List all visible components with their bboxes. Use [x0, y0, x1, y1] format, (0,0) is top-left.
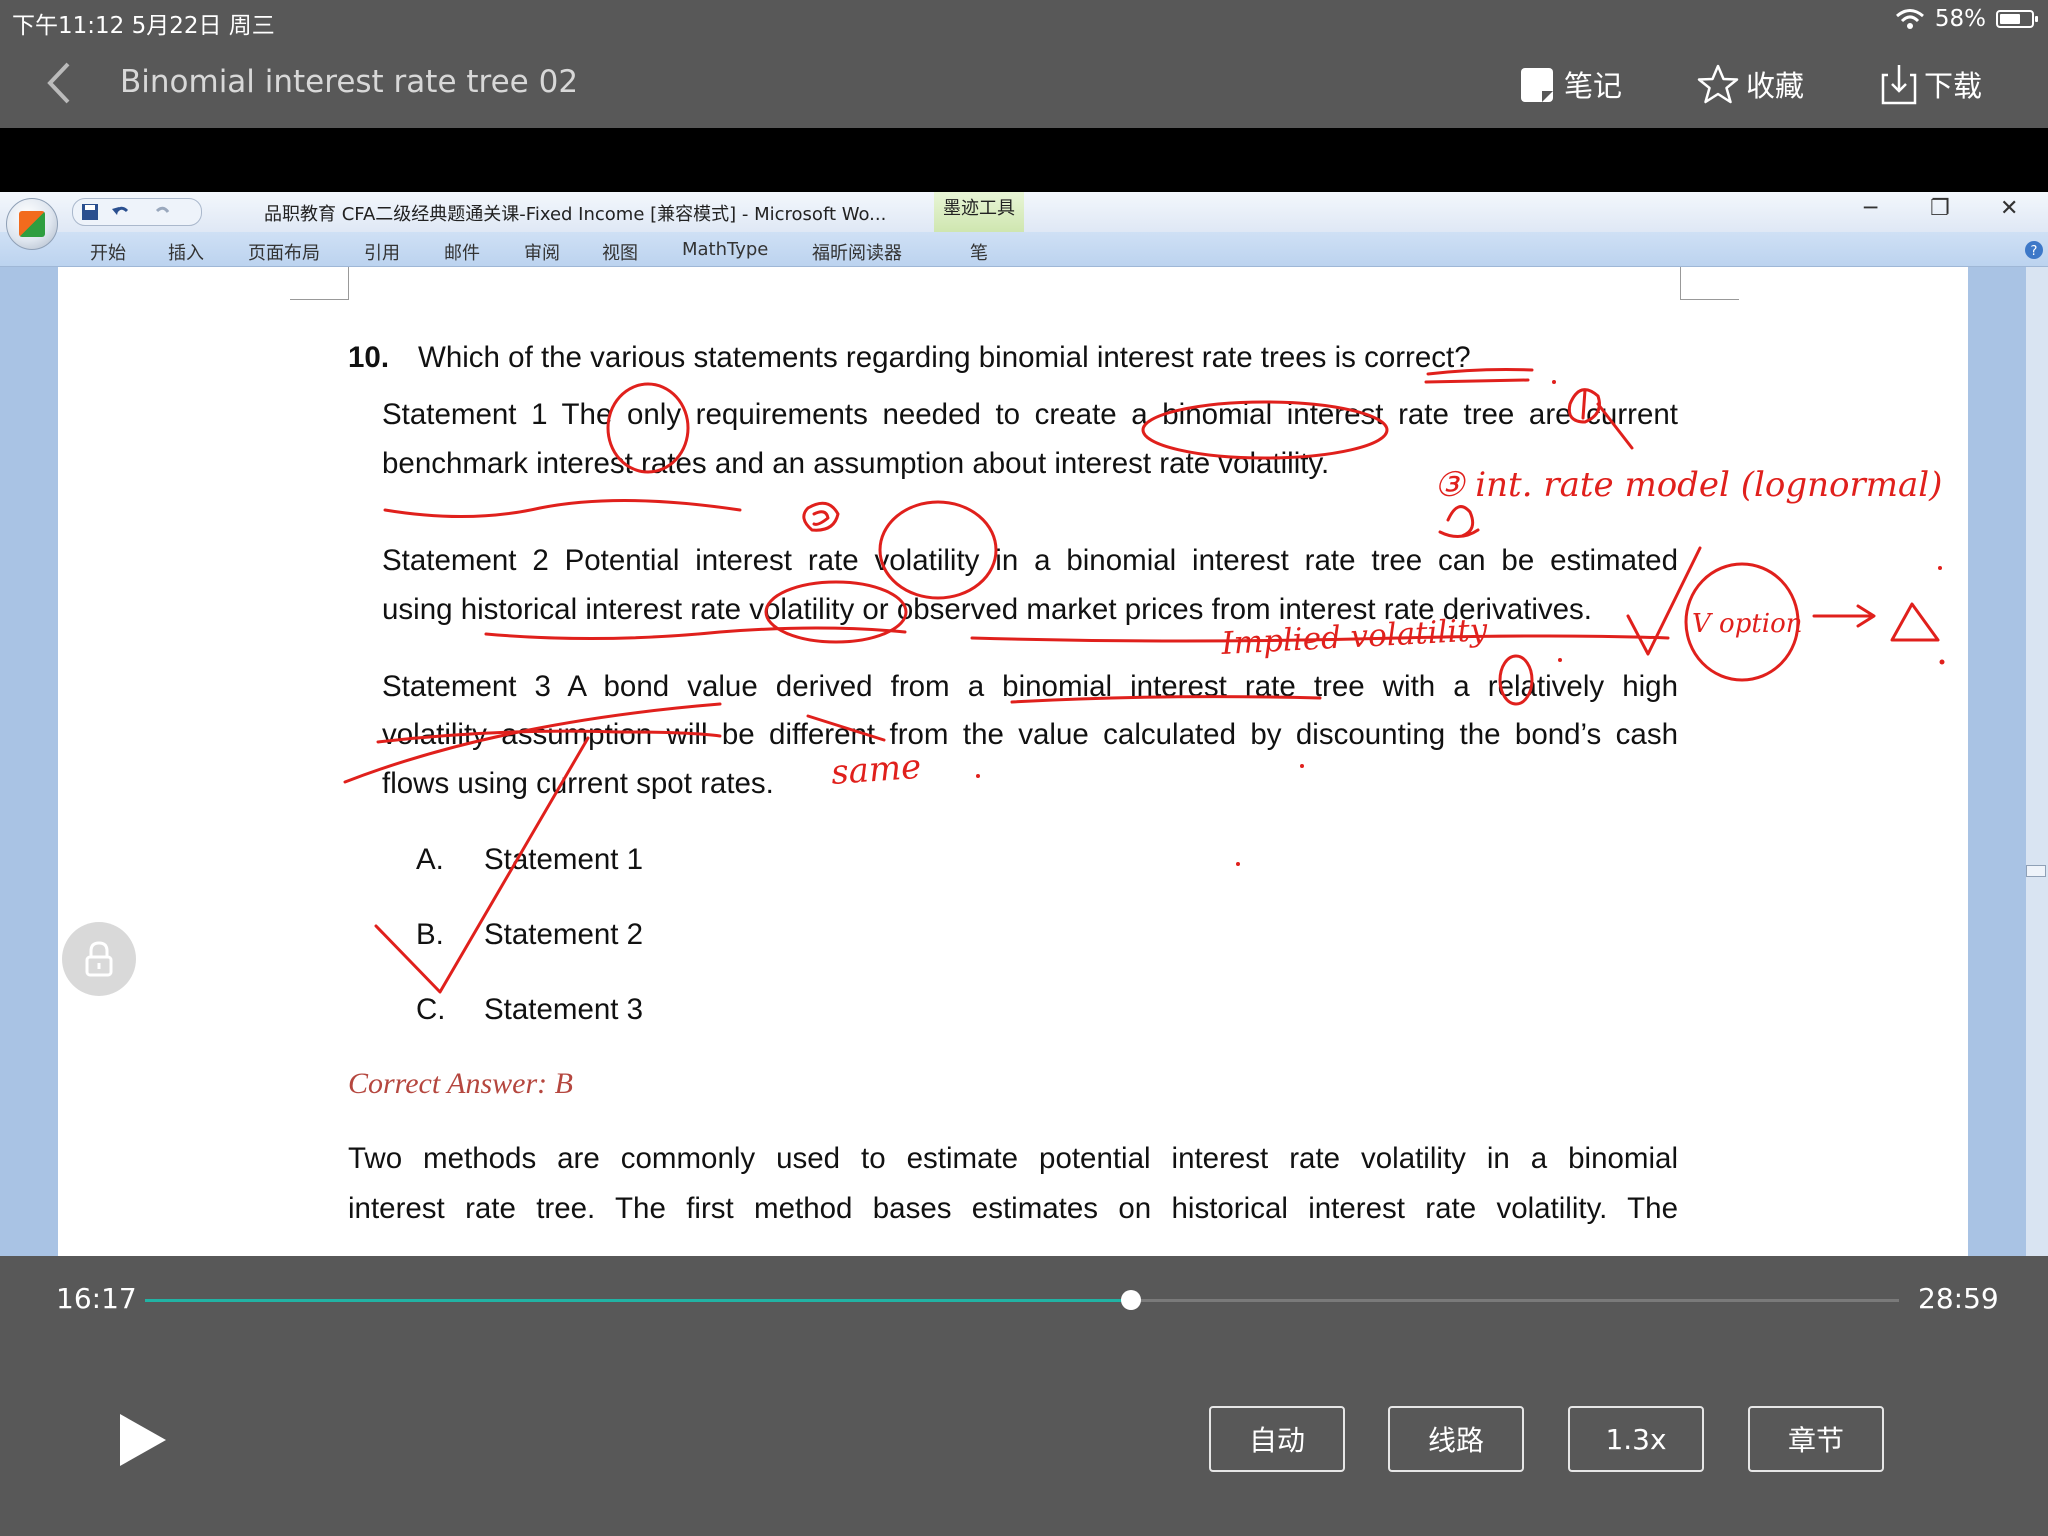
total-time: 28:59 — [1918, 1282, 1999, 1315]
strike-different — [806, 714, 886, 742]
notes-button[interactable]: 笔记 — [1518, 60, 1622, 108]
speed-button[interactable]: 1.3x — [1568, 1406, 1704, 1472]
video-letterbox — [0, 128, 2048, 192]
lock-icon — [85, 941, 113, 977]
battery-icon — [1996, 10, 2038, 28]
video-frame[interactable]: 品职教育 CFA二级经典题通关课-Fixed Income [兼容模式] - M… — [0, 192, 2048, 1256]
progress-thumb[interactable] — [1120, 1290, 1141, 1310]
notes-icon — [1521, 68, 1553, 102]
page-title: Binomial interest rate tree 02 — [120, 64, 579, 100]
favorite-button[interactable]: 收藏 — [1696, 60, 1804, 108]
underline-binomial-tree — [1010, 695, 1322, 704]
screen-lock-button[interactable] — [62, 922, 136, 996]
progress-played — [145, 1299, 1131, 1302]
circle-only — [606, 382, 690, 474]
strike-line-long — [343, 702, 722, 784]
ink-note-v-option: V option — [1692, 609, 1803, 639]
wifi-icon — [1895, 9, 1924, 29]
circle-binomial-tree — [1141, 400, 1389, 460]
download-icon — [1881, 65, 1917, 105]
circled-1 — [1567, 388, 1601, 424]
underline-benchmark — [383, 498, 742, 519]
office-logo-icon — [19, 211, 45, 237]
ink-note-same: same — [830, 747, 923, 793]
ink-note-rate-model: ③ int. rate model (lognormal) — [1434, 465, 1942, 505]
status-right: 58% — [1895, 6, 2038, 32]
status-time-date: 下午11:12 5月22日 周三 — [12, 13, 275, 39]
progress-track[interactable] — [145, 1290, 1899, 1310]
star-icon — [1697, 64, 1739, 104]
battery-percent: 58% — [1934, 6, 1986, 32]
download-label: 下载 — [1924, 69, 1983, 103]
strike-volatility-assumption — [376, 729, 722, 744]
auto-quality-button[interactable]: 自动 — [1209, 1406, 1345, 1472]
favorite-label: 收藏 — [1746, 69, 1805, 103]
loop-3 — [1438, 505, 1480, 538]
status-bar: 下午11:12 5月22日 周三 58% — [0, 0, 2048, 40]
circle-volatility-1 — [878, 500, 998, 600]
chapters-button[interactable]: 章节 — [1748, 1406, 1884, 1472]
ink-annotations: ③ int. rate model (lognormal) Implied vo… — [343, 368, 1945, 994]
circled-2 — [802, 501, 840, 532]
circle-volatility-2 — [764, 580, 908, 644]
back-chevron-icon[interactable] — [40, 58, 80, 108]
underline-historical — [484, 626, 907, 641]
player-controls: 16:17 28:59 自动 线路 1.3x 章节 — [0, 1256, 2048, 1536]
office-button — [6, 198, 58, 250]
check-option-b — [374, 736, 590, 994]
route-button[interactable]: 线路 — [1388, 1406, 1524, 1472]
strike-current — [1596, 402, 1634, 450]
arrow-right — [1812, 604, 1876, 628]
current-time: 16:17 — [56, 1282, 137, 1315]
delta-symbol — [1890, 602, 1940, 642]
play-icon[interactable] — [120, 1414, 166, 1466]
ink-note-implied-volatility: Implied volatility — [1220, 612, 1489, 662]
circle-relatively — [1498, 654, 1534, 706]
download-button[interactable]: 下载 — [1880, 60, 1982, 108]
underline-correct — [1426, 368, 1534, 376]
notes-label: 笔记 — [1564, 69, 1623, 103]
nav-bar: Binomial interest rate tree 02 笔记 收藏 下载 — [0, 40, 2048, 128]
